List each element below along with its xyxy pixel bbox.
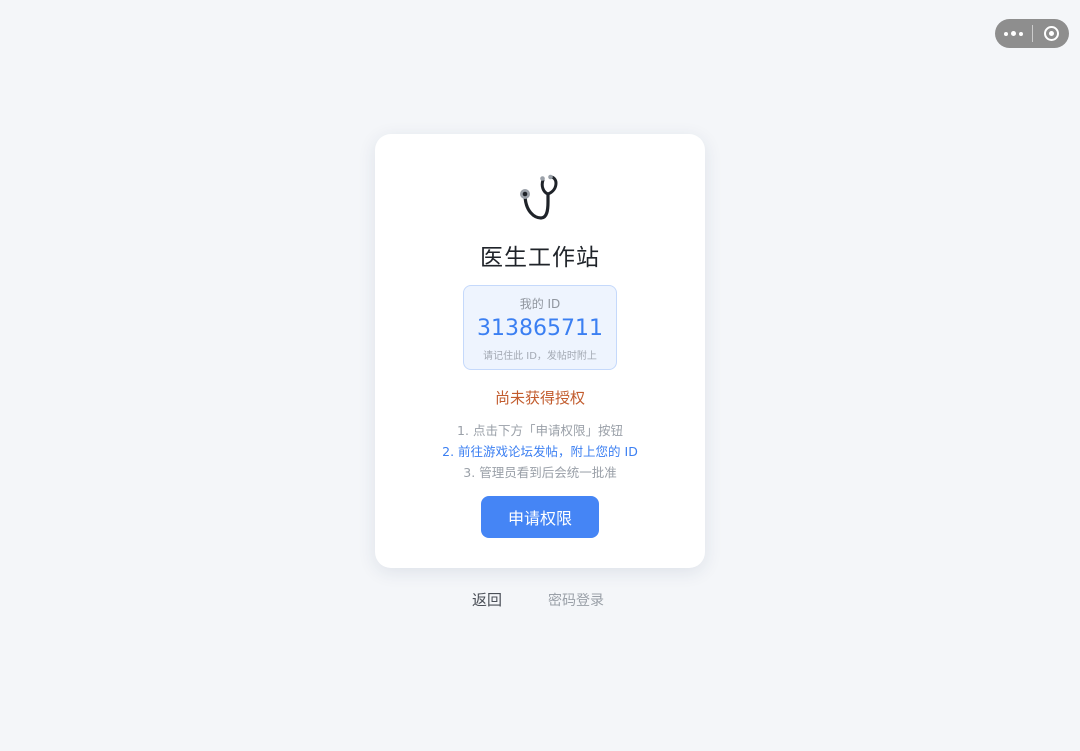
id-label: 我的 ID [519,297,561,311]
more-dots-icon[interactable] [995,19,1032,48]
id-hint: 请记住此 ID，发帖时附上 [483,351,597,362]
step-2: 2. 前往游戏论坛发帖，附上您的 ID [442,444,638,459]
stethoscope-icon [520,174,558,220]
footer-links: 返回 密码登录 [0,589,1080,611]
password-login-link[interactable]: 密码登录 [548,590,604,610]
step-1: 1. 点击下方「申请权限」按钮 [457,423,623,438]
mini-program-capsule [995,19,1069,48]
auth-status: 尚未获得授权 [494,389,585,407]
step-3: 3. 管理员看到后会统一批准 [463,465,617,480]
auth-card: 医生工作站 我的 ID 313865711 请记住此 ID，发帖时附上 尚未获得… [375,134,705,568]
instruction-steps: 1. 点击下方「申请权限」按钮 2. 前往游戏论坛发帖，附上您的 ID 3. 管… [375,420,705,483]
apply-permission-button[interactable]: 申请权限 [481,496,599,538]
circle-close-icon[interactable] [1033,19,1069,48]
user-id-box: 我的 ID 313865711 请记住此 ID，发帖时附上 [463,285,617,370]
page-title: 医生工作站 [480,245,600,271]
back-link[interactable]: 返回 [472,589,502,610]
user-id-value: 313865711 [477,316,603,341]
